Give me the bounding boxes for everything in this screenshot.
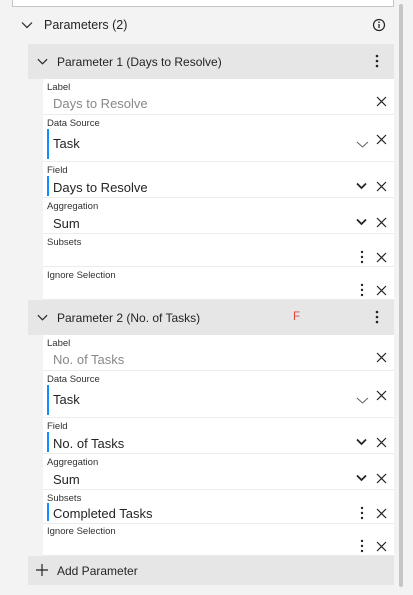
accent-bar xyxy=(47,129,49,159)
aggregation-caption: Aggregation xyxy=(47,201,99,212)
plus-icon xyxy=(35,563,49,577)
data-source-caption: Data Source xyxy=(47,374,100,385)
ignore-selection-row: Ignore Selection xyxy=(43,267,394,300)
parameter-flag: F xyxy=(293,311,301,323)
accent-bar xyxy=(47,503,49,521)
close-icon[interactable] xyxy=(376,541,387,552)
chevron-down-icon[interactable] xyxy=(356,218,367,226)
chevron-down-icon[interactable] xyxy=(356,182,367,190)
field-select[interactable]: No. of Tasks xyxy=(53,436,124,451)
data-source-caption: Data Source xyxy=(47,118,100,129)
subsets-row: Subsets Completed Tasks xyxy=(43,490,394,524)
aggregation-caption: Aggregation xyxy=(47,457,99,468)
parameter-title: Parameter 2 (No. of Tasks) xyxy=(57,311,201,325)
label-row: Label Days to Resolve xyxy=(43,79,394,115)
label-caption: Label xyxy=(47,82,71,93)
label-input[interactable]: Days to Resolve xyxy=(53,96,148,111)
parameter-title: Parameter 1 (Days to Resolve) xyxy=(57,55,222,69)
close-icon[interactable] xyxy=(376,390,387,401)
info-icon[interactable] xyxy=(372,18,386,32)
more-options-icon[interactable] xyxy=(359,283,365,297)
data-source-select[interactable]: Task xyxy=(53,392,80,407)
aggregation-select[interactable]: Sum xyxy=(53,472,80,487)
field-row: Field Days to Resolve xyxy=(43,162,394,198)
close-icon[interactable] xyxy=(376,508,387,519)
field-caption: Field xyxy=(47,165,68,176)
more-options-icon[interactable] xyxy=(374,309,380,325)
data-source-row: Data Source Task xyxy=(43,371,394,418)
subsets-caption: Subsets xyxy=(47,493,82,504)
more-options-icon[interactable] xyxy=(359,250,365,264)
chevron-down-icon[interactable] xyxy=(356,396,369,405)
accent-bar xyxy=(47,385,49,415)
aggregation-select[interactable]: Sum xyxy=(53,216,80,231)
more-options-icon[interactable] xyxy=(374,53,380,69)
close-icon[interactable] xyxy=(376,96,387,107)
field-caption: Field xyxy=(47,421,68,432)
more-options-icon[interactable] xyxy=(359,506,365,520)
subsets-value[interactable]: Completed Tasks xyxy=(53,506,152,521)
chevron-down-icon[interactable] xyxy=(20,18,34,32)
close-icon[interactable] xyxy=(376,437,387,448)
data-source-select[interactable]: Task xyxy=(53,136,80,151)
add-parameter-label: Add Parameter xyxy=(57,564,138,578)
parameter-1-header[interactable]: Parameter 1 (Days to Resolve) xyxy=(28,44,394,79)
add-parameter-button[interactable]: Add Parameter xyxy=(28,556,394,585)
parameters-section-header[interactable]: Parameters (2) xyxy=(12,9,394,42)
aggregation-row: Aggregation Sum xyxy=(43,454,394,490)
subsets-caption: Subsets xyxy=(47,237,82,248)
chevron-down-icon[interactable] xyxy=(36,311,49,324)
previous-field-bottom xyxy=(12,0,394,7)
scrollbar[interactable] xyxy=(394,0,413,595)
parameter-2-header[interactable]: Parameter 2 (No. of Tasks) F xyxy=(28,300,394,335)
field-select[interactable]: Days to Resolve xyxy=(53,180,148,195)
close-icon[interactable] xyxy=(376,217,387,228)
chevron-down-icon[interactable] xyxy=(356,474,367,482)
close-icon[interactable] xyxy=(376,181,387,192)
data-source-row: Data Source Task xyxy=(43,115,394,162)
section-title: Parameters (2) xyxy=(44,18,128,32)
chevron-down-icon[interactable] xyxy=(356,140,369,149)
field-row: Field No. of Tasks xyxy=(43,418,394,454)
chevron-down-icon[interactable] xyxy=(36,55,49,68)
label-row: Label No. of Tasks xyxy=(43,335,394,371)
ignore-selection-row: Ignore Selection xyxy=(43,524,394,556)
more-options-icon[interactable] xyxy=(359,539,365,553)
close-icon[interactable] xyxy=(376,473,387,484)
accent-bar xyxy=(47,432,49,452)
label-input[interactable]: No. of Tasks xyxy=(53,352,124,367)
close-icon[interactable] xyxy=(376,285,387,296)
close-icon[interactable] xyxy=(376,352,387,363)
close-icon[interactable] xyxy=(376,252,387,263)
aggregation-row: Aggregation Sum xyxy=(43,198,394,234)
ignore-selection-caption: Ignore Selection xyxy=(47,270,116,281)
label-caption: Label xyxy=(47,338,71,349)
close-icon[interactable] xyxy=(376,134,387,145)
subsets-row: Subsets xyxy=(43,234,394,267)
section-indent-rail xyxy=(12,42,28,585)
chevron-down-icon[interactable] xyxy=(356,438,367,446)
accent-bar xyxy=(47,176,49,196)
ignore-selection-caption: Ignore Selection xyxy=(47,526,116,537)
scrollbar-thumb[interactable] xyxy=(399,4,403,587)
